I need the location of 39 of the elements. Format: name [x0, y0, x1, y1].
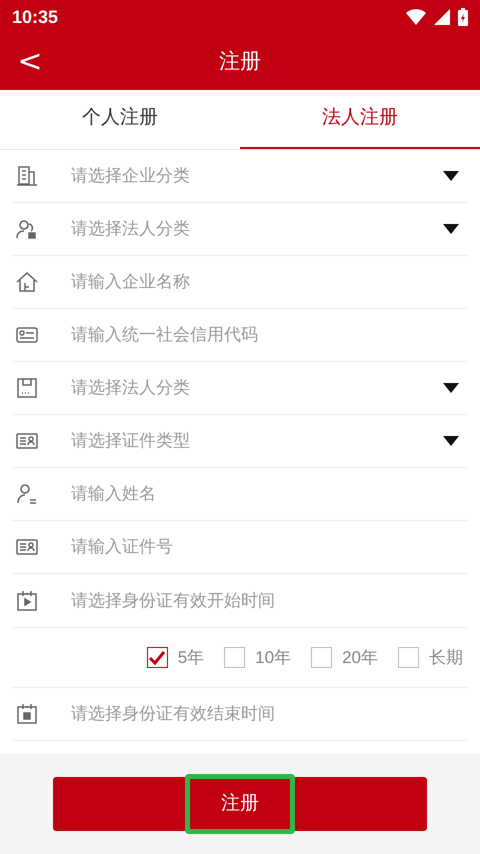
- register-button[interactable]: 注册: [53, 777, 427, 831]
- wifi-icon: [406, 9, 426, 25]
- date-picker-field[interactable]: 请选择身份证有效开始时间: [71, 580, 467, 620]
- tab[interactable]: 法人注册: [240, 90, 480, 149]
- dropdown-caret-icon: [443, 383, 459, 393]
- dropdown-field[interactable]: 请选择法人分类: [71, 368, 467, 408]
- input-field[interactable]: 请输入统一社会信用代码: [71, 322, 467, 348]
- status-time: 10:35: [12, 6, 58, 28]
- calendar-icon: [15, 702, 39, 726]
- date-picker-field[interactable]: 请选择身份证有效结束时间: [71, 694, 467, 734]
- checkbox[interactable]: [224, 647, 246, 668]
- checkbox-label: 10年: [255, 646, 292, 669]
- dropdown-field[interactable]: 请选择企业分类: [71, 156, 467, 196]
- dropdown-caret-icon: [443, 224, 459, 234]
- dropdown-caret-icon: [443, 171, 459, 181]
- checkbox-label: 5年: [178, 646, 204, 669]
- input-field[interactable]: 请输入企业名称: [71, 269, 467, 295]
- dropdown-caret-icon: [443, 436, 459, 446]
- back-button[interactable]: <: [12, 42, 48, 82]
- dropdown-field[interactable]: 请选择证件类型: [71, 421, 467, 461]
- header-title: 注册: [219, 49, 261, 76]
- input-field[interactable]: 请输入证件号: [71, 534, 467, 560]
- box-icon: [15, 376, 39, 400]
- calendar-icon: [15, 588, 39, 612]
- battery-icon: [458, 8, 468, 26]
- checkbox[interactable]: [311, 647, 332, 668]
- building-icon: [15, 164, 39, 188]
- checkbox[interactable]: [398, 647, 419, 668]
- register-label: 注册: [185, 774, 295, 834]
- checkbox-label: 长期: [429, 646, 463, 669]
- house-icon: [15, 270, 39, 294]
- person-icon: [15, 482, 39, 506]
- tab[interactable]: 个人注册: [0, 90, 240, 149]
- signal-icon: [434, 9, 450, 25]
- input-field[interactable]: 请输入姓名: [71, 481, 467, 507]
- checkbox-label: 20年: [342, 646, 378, 669]
- checkbox[interactable]: [146, 647, 168, 668]
- check-icon: [149, 650, 166, 664]
- dropdown-field[interactable]: 请选择法人分类: [71, 209, 467, 249]
